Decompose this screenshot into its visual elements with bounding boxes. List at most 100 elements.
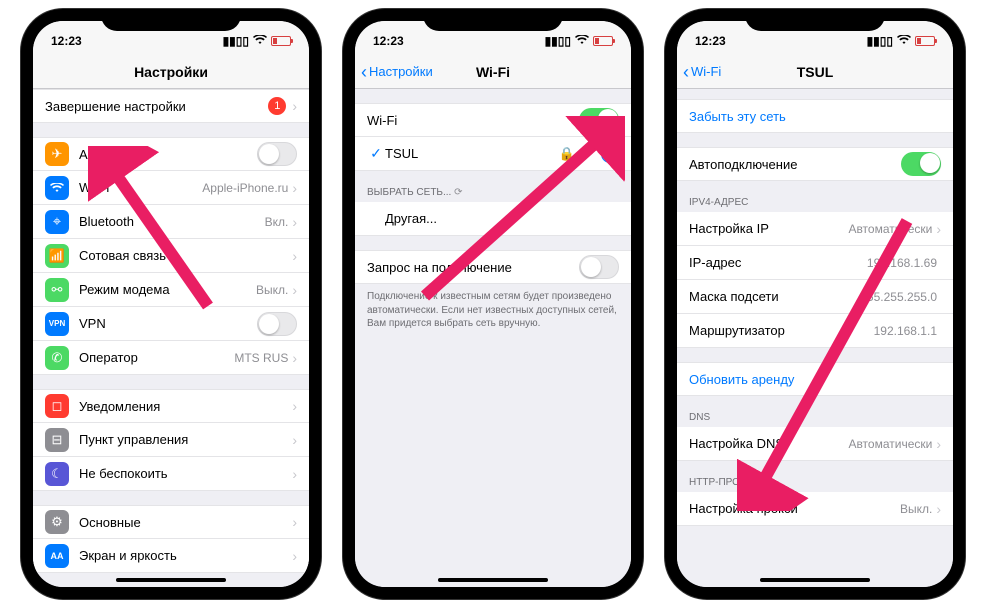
cellular-icon: 📶 (45, 244, 69, 268)
chevron-right-icon: › (292, 466, 297, 482)
chevron-right-icon: › (292, 398, 297, 414)
battery-icon (593, 36, 613, 46)
control-center-row[interactable]: ⊟ Пункт управления › (33, 423, 309, 457)
wifi-toggle-label: Wi-Fi (367, 113, 579, 128)
router-label: Маршрутизатор (689, 323, 874, 338)
notch (745, 9, 885, 31)
vpn-row[interactable]: VPN VPN (33, 307, 309, 341)
subnet-label: Маска подсети (689, 289, 860, 304)
display-label: Экран и яркость (79, 548, 292, 563)
forget-network-label: Забыть эту сеть (689, 109, 941, 124)
airplane-row[interactable]: ✈ Авиарежим (33, 137, 309, 171)
general-label: Основные (79, 515, 292, 530)
wifi-row[interactable]: Wi-Fi Apple-iPhone.ru › (33, 171, 309, 205)
back-button[interactable]: ‹ Настройки (361, 55, 433, 88)
page-title: TSUL (797, 64, 834, 80)
proxy-config-row[interactable]: Настройка прокси Выкл. › (677, 492, 953, 526)
cellular-label: Сотовая связь (79, 248, 292, 263)
notifications-icon: ◻ (45, 394, 69, 418)
wifi-status-icon (253, 34, 267, 48)
carrier-row[interactable]: ✆ Оператор MTS RUS › (33, 341, 309, 375)
proxy-config-label: Настройка прокси (689, 501, 900, 516)
notch (423, 9, 563, 31)
carrier-value: MTS RUS (234, 351, 288, 365)
status-time: 12:23 (51, 34, 82, 48)
wifi-toggle[interactable] (579, 108, 619, 132)
ask-to-join-label: Запрос на подключение (367, 260, 579, 275)
choose-network-header: ВЫБРАТЬ СЕТЬ... ⟳ (355, 171, 631, 202)
autojoin-label: Автоподключение (689, 157, 901, 172)
wifi-toggle-row[interactable]: Wi-Fi (355, 103, 631, 137)
back-button[interactable]: ‹ Wi-Fi (683, 55, 721, 88)
dnd-row[interactable]: ☾ Не беспокоить › (33, 457, 309, 491)
chevron-left-icon: ‹ (361, 63, 367, 81)
spinner-icon: ⟳ (454, 187, 462, 198)
notifications-row[interactable]: ◻ Уведомления › (33, 389, 309, 423)
control-center-label: Пункт управления (79, 432, 292, 447)
battery-icon (915, 36, 935, 46)
ask-to-join-row[interactable]: Запрос на подключение (355, 250, 631, 284)
control-center-icon: ⊟ (45, 428, 69, 452)
chevron-right-icon: › (292, 180, 297, 196)
chevron-right-icon: › (936, 436, 941, 452)
chevron-right-icon: › (292, 514, 297, 530)
general-row[interactable]: ⚙ Основные › (33, 505, 309, 539)
autojoin-row[interactable]: Автоподключение (677, 147, 953, 181)
chevron-right-icon: › (292, 282, 297, 298)
chevron-right-icon: › (292, 98, 297, 114)
complete-setup-row[interactable]: Завершение настройки 1 › (33, 89, 309, 123)
badge-count: 1 (268, 97, 286, 115)
battery-icon (271, 36, 291, 46)
subnet-value: 255.255.255.0 (860, 290, 937, 304)
phone-network-details: 12:23 ▮▮▯▯ ‹ Wi-Fi TSUL Забыть эту сеть (665, 9, 965, 599)
display-row[interactable]: AA Экран и яркость › (33, 539, 309, 573)
cellular-row[interactable]: 📶 Сотовая связь › (33, 239, 309, 273)
display-icon: AA (45, 544, 69, 568)
wifi-value: Apple-iPhone.ru (202, 181, 288, 195)
phone-settings: 12:23 ▮▮▯▯ Настройки Завершение настройк… (21, 9, 321, 599)
nav-bar: ‹ Wi-Fi TSUL (677, 55, 953, 89)
renew-lease-row[interactable]: Обновить аренду (677, 362, 953, 396)
ip-address-label: IP-адрес (689, 255, 867, 270)
info-icon[interactable]: i (601, 145, 619, 163)
status-time: 12:23 (695, 34, 726, 48)
hotspot-icon: ⚯ (45, 278, 69, 302)
bluetooth-row[interactable]: ⌖ Bluetooth Вкл. › (33, 205, 309, 239)
wifi-label: Wi-Fi (79, 180, 202, 195)
signal-icon: ▮▮▯▯ (223, 34, 249, 48)
vpn-toggle[interactable] (257, 312, 297, 336)
ask-to-join-toggle[interactable] (579, 255, 619, 279)
notifications-label: Уведомления (79, 399, 292, 414)
other-network-row[interactable]: Другая... (355, 202, 631, 236)
vpn-label: VPN (79, 316, 257, 331)
status-time: 12:23 (373, 34, 404, 48)
chevron-right-icon: › (292, 214, 297, 230)
forget-network-row[interactable]: Забыть эту сеть (677, 99, 953, 133)
router-row: Маршрутизатор 192.168.1.1 (677, 314, 953, 348)
home-indicator[interactable] (438, 578, 548, 582)
ip-config-row[interactable]: Настройка IP Автоматически › (677, 212, 953, 246)
chevron-right-icon: › (936, 221, 941, 237)
carrier-label: Оператор (79, 350, 234, 365)
chevron-right-icon: › (292, 432, 297, 448)
dns-config-label: Настройка DNS (689, 436, 848, 451)
renew-lease-label: Обновить аренду (689, 372, 941, 387)
home-indicator[interactable] (116, 578, 226, 582)
network-row[interactable]: ✓ TSUL 🔒 i (355, 137, 631, 171)
signal-icon: ▮▮▯▯ (867, 34, 893, 48)
autojoin-toggle[interactable] (901, 152, 941, 176)
checkmark-icon: ✓ (367, 145, 385, 162)
ip-address-value: 192.168.1.69 (867, 256, 937, 270)
chevron-right-icon: › (292, 248, 297, 264)
ip-config-value: Автоматически (848, 222, 932, 236)
chevron-right-icon: › (936, 501, 941, 517)
hotspot-row[interactable]: ⚯ Режим модема Выкл. › (33, 273, 309, 307)
hotspot-value: Выкл. (256, 283, 288, 297)
wifi-icon (45, 176, 69, 200)
home-indicator[interactable] (760, 578, 870, 582)
dns-config-row[interactable]: Настройка DNS Автоматически › (677, 427, 953, 461)
airplane-toggle[interactable] (257, 142, 297, 166)
dnd-label: Не беспокоить (79, 466, 292, 481)
carrier-icon: ✆ (45, 346, 69, 370)
general-icon: ⚙ (45, 510, 69, 534)
